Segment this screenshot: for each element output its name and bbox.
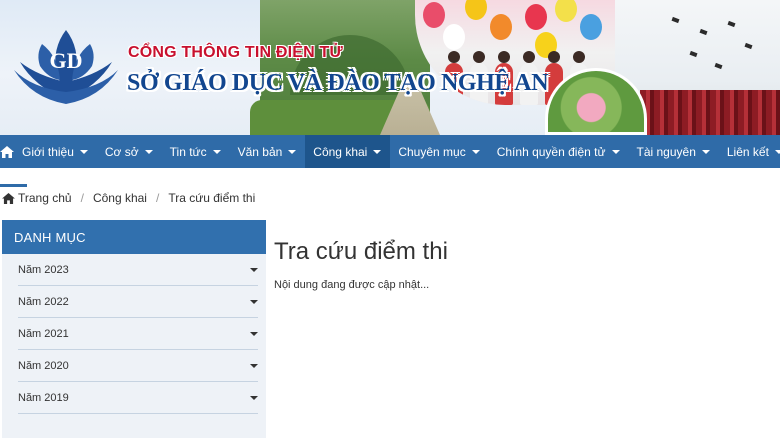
chevron-down-icon <box>373 149 382 154</box>
sidebar-item-nam-2022[interactable]: Năm 2022 <box>18 286 258 318</box>
sidebar-item-nam-2023[interactable]: Năm 2023 <box>18 254 258 286</box>
breadcrumb-current: Tra cứu điểm thi <box>168 191 256 205</box>
nav-item-co-so[interactable]: Cơ sở <box>97 135 162 168</box>
nav-item-label: Tin tức <box>169 144 207 159</box>
chevron-down-icon <box>250 300 258 304</box>
sidebar-item-label: Năm 2020 <box>18 359 69 372</box>
nav-item-label: Tài nguyên <box>636 144 696 159</box>
chevron-down-icon <box>288 149 297 154</box>
balloon-icon <box>443 24 465 50</box>
department-logo-icon: GD <box>14 30 118 104</box>
nav-item-cong-khai[interactable]: Công khai <box>305 135 391 168</box>
nav-item-label: Giới thiệu <box>22 144 74 159</box>
nav-item-tai-nguyen[interactable]: Tài nguyên <box>629 135 719 168</box>
breadcrumb-separator: / <box>80 191 84 205</box>
nav-item-label: Công khai <box>313 144 368 159</box>
breadcrumb-home-link[interactable]: Trang chủ <box>18 191 72 205</box>
svg-text:GD: GD <box>50 48 83 73</box>
nav-item-label: Chuyên mục <box>398 144 466 159</box>
breadcrumb-separator: / <box>155 191 160 205</box>
balloon-icon <box>423 2 445 28</box>
nav-item-lien-ket[interactable]: Liên kết <box>719 135 780 168</box>
chevron-down-icon <box>701 149 710 154</box>
home-icon <box>2 192 15 204</box>
organization-name: SỞ GIÁO DỤC VÀ ĐÀO TẠO NGHỆ AN <box>127 70 549 96</box>
chevron-down-icon <box>250 332 258 336</box>
sidebar-title: DANH MỤC <box>2 220 266 254</box>
sidebar-item-label: Năm 2019 <box>18 391 69 404</box>
page-title: Tra cứu điểm thi <box>274 238 448 265</box>
category-sidebar: DANH MỤC Năm 2023 Năm 2022 Năm 2021 Năm … <box>2 220 266 438</box>
page-content: Nội dung đang được cập nhật... <box>274 279 430 291</box>
nav-item-chinh-quyen-dien-tu[interactable]: Chính quyền điện tử <box>489 135 629 168</box>
breadcrumb-section-link[interactable]: Công khai <box>93 191 147 205</box>
main-navigation: Giới thiệu Cơ sở Tin tức Văn bản Công kh… <box>0 135 780 168</box>
balloon-icon <box>555 0 577 22</box>
breadcrumb: Trang chủ / Công khai / Tra cứu điểm thi <box>2 191 255 205</box>
balloon-icon <box>580 14 602 40</box>
chevron-down-icon <box>250 268 258 272</box>
home-icon <box>0 145 14 158</box>
portal-title: CỔNG THÔNG TIN ĐIỆN TỬ <box>128 44 344 61</box>
sidebar-item-label: Năm 2023 <box>18 263 69 276</box>
nav-item-tin-tuc[interactable]: Tin tức <box>162 135 230 168</box>
chevron-down-icon <box>471 149 480 154</box>
balloon-icon <box>525 4 547 30</box>
banner-graduates-photo <box>640 90 780 135</box>
nav-item-label: Cơ sở <box>104 144 139 159</box>
balloon-icon <box>490 14 512 40</box>
sidebar-item-label: Năm 2022 <box>18 295 69 308</box>
sidebar-item-nam-2020[interactable]: Năm 2020 <box>18 350 258 382</box>
nav-item-van-ban[interactable]: Văn bản <box>230 135 306 168</box>
balloon-icon <box>465 0 487 20</box>
nav-item-gioi-thieu[interactable]: Giới thiệu <box>14 135 97 168</box>
sidebar-item-nam-2021[interactable]: Năm 2021 <box>18 318 258 350</box>
nav-home-button[interactable] <box>0 135 14 168</box>
nav-item-label: Liên kết <box>726 144 769 159</box>
nav-item-label: Chính quyền điện tử <box>496 144 606 159</box>
chevron-down-icon <box>611 149 620 154</box>
chevron-down-icon <box>144 149 153 154</box>
breadcrumb-accent-bar <box>0 184 27 187</box>
chevron-down-icon <box>774 149 780 154</box>
chevron-down-icon <box>79 149 88 154</box>
header-banner: GD CỔNG THÔNG TIN ĐIỆN TỬ SỞ GIÁO DỤC VÀ… <box>0 0 780 135</box>
nav-item-label: Văn bản <box>237 144 283 159</box>
chevron-down-icon <box>250 364 258 368</box>
nav-item-chuyen-muc[interactable]: Chuyên mục <box>390 135 488 168</box>
chevron-down-icon <box>212 149 221 154</box>
chevron-down-icon <box>250 396 258 400</box>
sidebar-item-nam-2019[interactable]: Năm 2019 <box>18 382 258 414</box>
sidebar-item-label: Năm 2021 <box>18 327 69 340</box>
